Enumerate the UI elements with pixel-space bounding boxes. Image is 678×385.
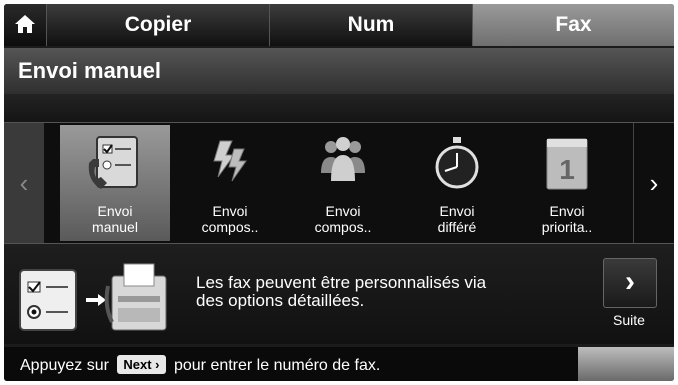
scroll-left-button[interactable]: ‹ (4, 123, 44, 243)
title-bar: Envoi manuel (4, 48, 674, 94)
item-envoi-compos-speed[interactable]: Envoi compos.. (175, 125, 285, 241)
status-message: Appuyez sur Next › pour entrer le numéro… (20, 355, 381, 374)
delayed-send-icon (435, 137, 479, 189)
status-indicator (578, 347, 674, 381)
item-envoi-prioritaire[interactable]: 1 Envoi priorita.. (512, 125, 622, 241)
chevron-left-icon: ‹ (19, 168, 29, 198)
next-key-badge: Next › (117, 355, 166, 374)
item-label: Envoi compos.. (314, 203, 372, 235)
info-panel: Les fax peuvent être personnalisés via d… (4, 244, 674, 344)
options-illustration (19, 263, 167, 331)
tab-copier[interactable]: Copier (47, 4, 270, 46)
scroll-right-button[interactable]: › (633, 123, 674, 243)
divider-band (4, 94, 674, 122)
priority-send-icon: 1 (546, 138, 588, 190)
chevron-right-icon: › (649, 168, 659, 198)
item-label: Envoi manuel (92, 203, 138, 235)
manual-send-icon (88, 136, 138, 189)
item-label: Envoi priorita.. (541, 203, 593, 235)
speed-dial-icon (213, 140, 247, 182)
screen: Copier Num Fax Envoi manuel ‹ Envoi manue… (4, 4, 674, 381)
top-tab-bar: Copier Num Fax (4, 4, 674, 46)
item-envoi-compos-group[interactable]: Envoi compos.. (288, 125, 398, 241)
item-label: Envoi compos.. (201, 203, 259, 235)
item-envoi-differe[interactable]: Envoi différé (402, 125, 512, 241)
item-envoi-manuel[interactable]: Envoi manuel (60, 125, 170, 241)
status-bar: Appuyez sur Next › pour entrer le numéro… (4, 347, 674, 381)
home-button[interactable] (4, 4, 47, 46)
suite-button[interactable]: › Suite (599, 256, 659, 334)
suite-label: Suite (613, 312, 645, 328)
page-title: Envoi manuel (18, 58, 162, 83)
tab-fax[interactable]: Fax (473, 4, 674, 46)
function-carousel: ‹ Envoi manuel Envoi compos.. Envoi comp… (4, 122, 674, 244)
info-text: Les fax peuvent être personnalisés via d… (196, 273, 487, 310)
home-icon (15, 15, 35, 33)
tab-num[interactable]: Num (270, 4, 473, 46)
svg-text:1: 1 (559, 154, 575, 185)
chevron-right-icon: › (603, 258, 657, 308)
item-label: Envoi différé (437, 203, 477, 235)
group-dial-icon (321, 137, 365, 181)
